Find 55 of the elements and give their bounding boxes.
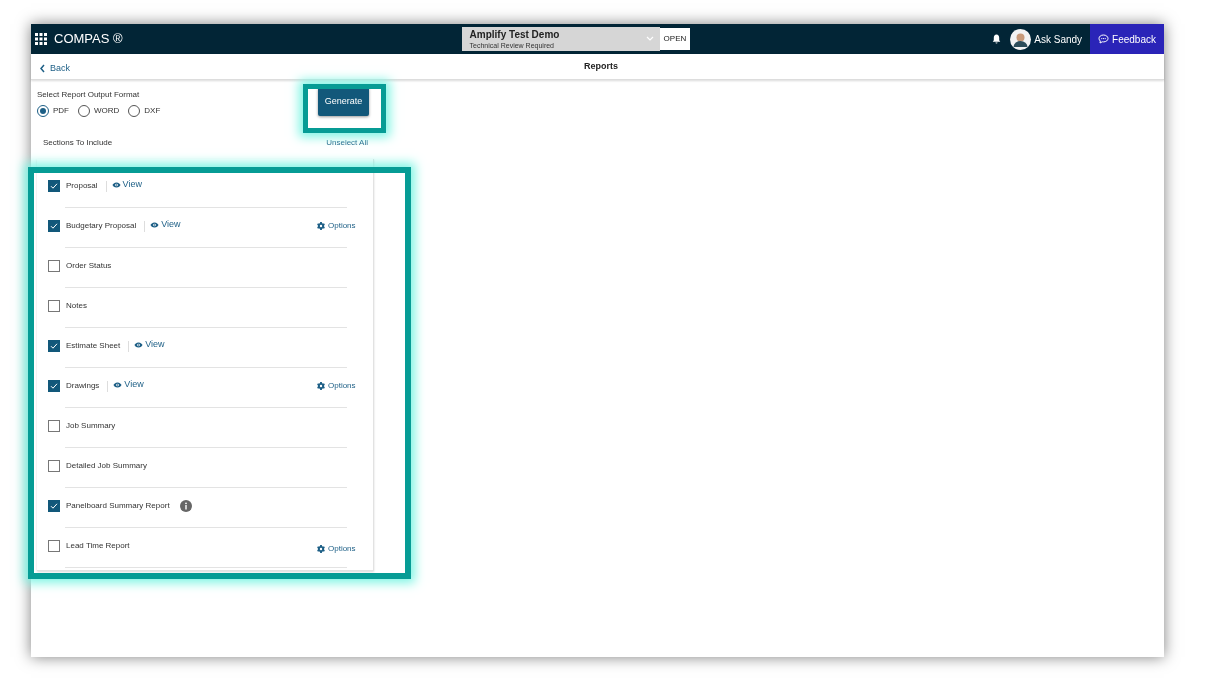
checkbox[interactable]: [48, 180, 60, 192]
section-label: Budgetary Proposal: [66, 220, 137, 232]
status-badge: OPEN: [659, 28, 691, 50]
view-link[interactable]: View: [150, 218, 181, 232]
view-link[interactable]: View: [134, 338, 165, 352]
notification-bell-icon[interactable]: [992, 34, 1002, 44]
checkbox[interactable]: [48, 460, 60, 472]
radio-label: DXF: [144, 105, 161, 117]
view-link[interactable]: View: [111, 178, 142, 192]
page-title: Reports: [584, 60, 618, 73]
view-link[interactable]: View: [113, 378, 144, 392]
section-label: Proposal: [66, 180, 98, 192]
section-label: Estimate Sheet: [66, 340, 121, 352]
feedback-button[interactable]: Feedback: [1090, 24, 1164, 54]
generate-button[interactable]: Generate: [318, 87, 369, 117]
unselect-all-link[interactable]: Unselect All: [326, 137, 368, 149]
checkbox[interactable]: [48, 420, 60, 432]
section-label: Panelboard Summary Report: [66, 500, 170, 512]
checkbox[interactable]: [48, 540, 60, 552]
section-label: Notes: [66, 300, 87, 312]
gear-icon: [317, 222, 325, 230]
eye-icon: [113, 382, 123, 388]
project-name: Amplify Test Demo: [469, 29, 561, 40]
format-label: Select Report Output Format: [37, 89, 141, 101]
checkbox[interactable]: [48, 300, 60, 312]
gear-icon: [317, 545, 325, 553]
eye-icon: [150, 222, 160, 228]
section-label: Drawings: [66, 380, 100, 392]
checkbox[interactable]: [48, 500, 60, 512]
checkbox[interactable]: [48, 220, 60, 232]
chat-bubble-icon: [1098, 34, 1110, 44]
assistant-link[interactable]: Ask Sandy: [1034, 31, 1083, 47]
section-label: Lead Time Report: [66, 540, 130, 552]
options-link[interactable]: Options: [317, 380, 356, 392]
info-icon[interactable]: [179, 500, 192, 512]
avatar-icon[interactable]: [1010, 28, 1032, 50]
checkbox[interactable]: [48, 340, 60, 352]
chevron-down-icon: [645, 36, 654, 42]
section-label: Job Summary: [66, 420, 116, 432]
section-label: Order Status: [66, 260, 112, 272]
sections-label: Sections To Include: [43, 137, 113, 149]
radio-label: PDF: [53, 105, 69, 117]
back-link[interactable]: Back: [40, 61, 70, 76]
options-link[interactable]: Options: [317, 543, 356, 555]
app-grid-icon[interactable]: [35, 33, 47, 45]
app-title: COMPAS ®: [54, 30, 123, 49]
section-label: Detailed Job Summary: [66, 460, 147, 472]
checkbox[interactable]: [48, 260, 60, 272]
checkbox[interactable]: [48, 380, 60, 392]
chevron-left-icon: [40, 64, 45, 73]
eye-icon: [111, 182, 121, 188]
gear-icon: [317, 382, 325, 390]
radio-label: WORD: [94, 105, 120, 117]
options-link[interactable]: Options: [317, 220, 356, 232]
eye-icon: [134, 342, 144, 348]
